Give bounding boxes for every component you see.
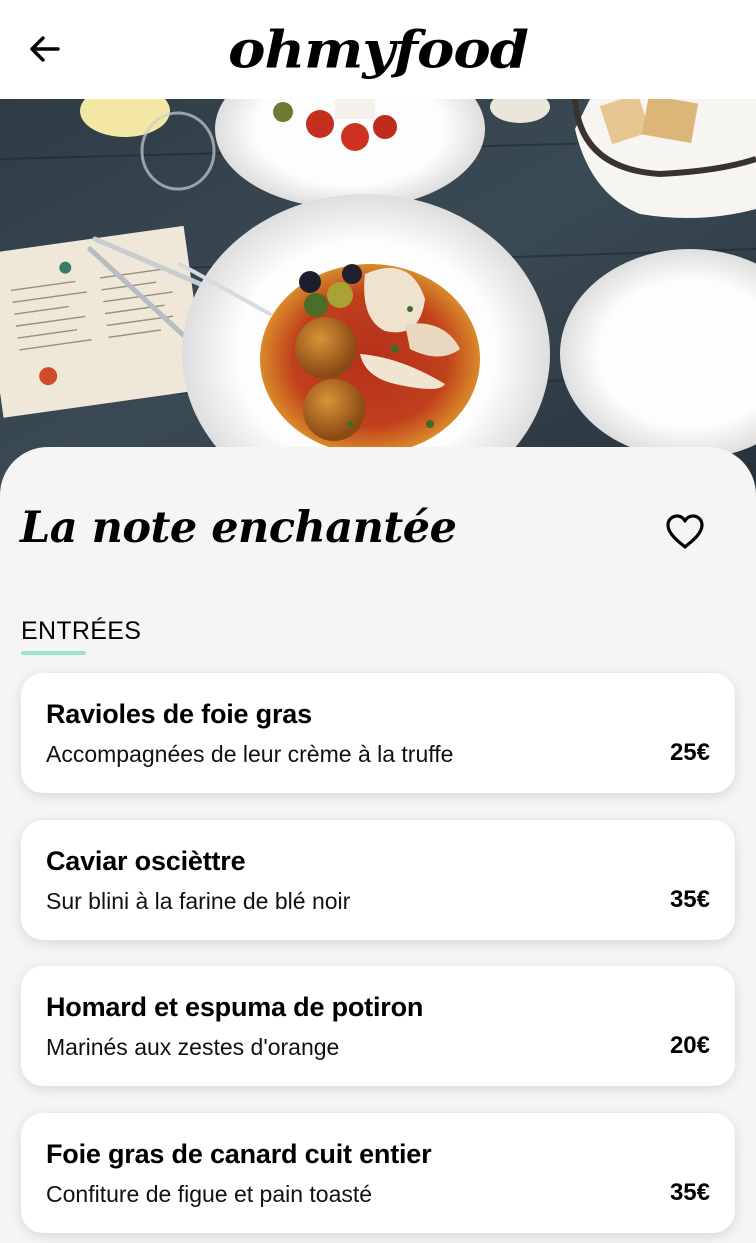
section-underline xyxy=(21,651,86,655)
hero-image xyxy=(0,99,756,499)
menu-item-card[interactable]: Ravioles de foie gras Accompagnées de le… xyxy=(21,673,735,793)
favorite-button[interactable] xyxy=(664,512,706,552)
restaurant-name: La note enchantée xyxy=(20,503,457,553)
menu-item-price: 35€ xyxy=(669,886,710,913)
back-button[interactable] xyxy=(26,30,64,68)
heart-outline-icon xyxy=(666,514,704,549)
menu-item-card[interactable]: Caviar oscièttre Sur blini à la farine d… xyxy=(21,820,735,940)
menu-item-price: 20€ xyxy=(669,1032,710,1059)
menu-item-name: Homard et espuma de potiron xyxy=(46,992,424,1022)
app-header: ohmyfood xyxy=(0,0,756,99)
menu-item-card[interactable]: Homard et espuma de potiron Marinés aux … xyxy=(21,966,735,1086)
menu-item-name: Ravioles de foie gras xyxy=(46,699,312,729)
menu-item-price: 35€ xyxy=(669,1179,710,1206)
menu-item-card[interactable]: Foie gras de canard cuit entier Confitur… xyxy=(21,1113,735,1233)
menu-item-name: Foie gras de canard cuit entier xyxy=(46,1139,432,1169)
menu-item-description: Sur blini à la farine de blé noir xyxy=(46,888,351,914)
menu-item-price: 25€ xyxy=(669,739,710,766)
menu-item-description: Marinés aux zestes d'orange xyxy=(46,1034,340,1060)
menu-item-description: Confiture de figue et pain toasté xyxy=(46,1181,373,1207)
menu-item-description: Accompagnées de leur crème à la truffe xyxy=(46,741,454,767)
menu-item-name: Caviar oscièttre xyxy=(46,846,246,876)
logo[interactable]: ohmyfood xyxy=(228,24,529,76)
section-title: ENTRÉES xyxy=(21,617,142,645)
arrow-left-icon xyxy=(30,36,60,62)
